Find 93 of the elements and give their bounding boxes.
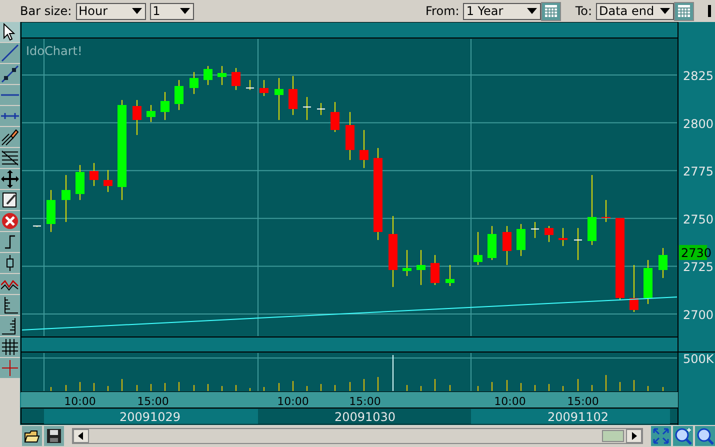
calendar-button[interactable] xyxy=(541,2,562,20)
candle xyxy=(558,228,568,246)
right-ruler-icon[interactable] xyxy=(0,316,20,337)
candle xyxy=(502,226,512,266)
candle xyxy=(316,102,326,116)
candle xyxy=(204,66,212,86)
time-label: 10:00 xyxy=(277,395,309,408)
pointer-icon[interactable] xyxy=(0,22,20,43)
zigzag-icon[interactable] xyxy=(0,274,20,295)
bar-multiplier-dropdown[interactable]: 1 xyxy=(150,2,194,20)
parallel-lines-icon[interactable] xyxy=(0,148,20,169)
time-label: 15:00 xyxy=(567,395,599,408)
bar-size-dropdown[interactable]: Hour xyxy=(76,2,146,20)
candle xyxy=(488,226,496,260)
candle xyxy=(630,264,638,312)
open-folder-button[interactable] xyxy=(22,426,42,446)
volume-tick-label: 500K xyxy=(683,352,714,366)
candle xyxy=(76,164,84,200)
candle xyxy=(62,174,70,222)
candle xyxy=(588,174,596,246)
price-tick-label: 2700 xyxy=(683,308,714,322)
candle xyxy=(174,80,184,110)
fit-screen-button[interactable] xyxy=(651,426,671,446)
candle xyxy=(104,170,112,192)
candle xyxy=(46,190,56,232)
candle xyxy=(274,78,284,120)
price-tick-label: 2775 xyxy=(683,164,714,179)
candle xyxy=(574,228,582,260)
candle xyxy=(516,224,526,256)
candle xyxy=(246,80,254,90)
candle xyxy=(530,222,540,238)
dropdown-arrow-icon xyxy=(132,8,142,14)
candle xyxy=(288,76,298,116)
date-label: 20091102 xyxy=(547,410,609,424)
candle xyxy=(302,96,312,120)
candle xyxy=(232,68,240,90)
candle xyxy=(644,260,652,304)
grid-icon[interactable] xyxy=(0,337,20,358)
candle xyxy=(388,216,398,288)
candle xyxy=(132,100,142,136)
candle xyxy=(658,248,668,278)
candle xyxy=(218,66,226,86)
scroll-left-button[interactable] xyxy=(73,429,89,443)
from-dropdown[interactable]: 1 Year xyxy=(463,2,542,20)
candle xyxy=(474,232,482,266)
right-arrow-icon xyxy=(631,432,637,440)
date-label: 20091030 xyxy=(334,410,396,424)
candle xyxy=(416,250,426,286)
chart-logo: IdoChart! xyxy=(26,44,82,58)
candle xyxy=(430,254,440,286)
notepad-icon[interactable] xyxy=(0,190,20,211)
zoom-in-button[interactable] xyxy=(673,426,693,446)
save-button[interactable] xyxy=(44,426,64,446)
candle xyxy=(260,80,268,96)
scroll-right-button[interactable] xyxy=(626,429,642,443)
candle xyxy=(346,112,354,160)
time-label: 15:00 xyxy=(137,395,169,408)
price-tick-label: 2750 xyxy=(683,212,714,226)
from-label: From: xyxy=(426,4,460,18)
left-ruler-icon[interactable] xyxy=(0,295,20,316)
candle xyxy=(330,102,340,132)
left-arrow-icon xyxy=(78,432,84,440)
dropdown-arrow-icon xyxy=(180,8,190,14)
candle xyxy=(544,226,554,242)
candle xyxy=(90,162,98,186)
time-label: 10:00 xyxy=(494,395,526,408)
price-tick-label: 2800 xyxy=(683,116,714,131)
bar-size-label: Bar size: xyxy=(20,4,72,18)
candle xyxy=(160,92,170,120)
candle xyxy=(602,200,610,222)
price-tick-label: 2825 xyxy=(683,69,714,83)
date-label: 20091029 xyxy=(119,410,181,424)
crosshair-icon[interactable] xyxy=(0,358,20,379)
move-icon[interactable] xyxy=(0,169,20,190)
pencil-icon[interactable] xyxy=(0,127,20,148)
candle xyxy=(402,250,412,276)
delete-icon[interactable] xyxy=(0,211,20,232)
to-dropdown[interactable]: Data end xyxy=(596,2,674,20)
candle xyxy=(146,104,156,122)
candle xyxy=(446,264,454,286)
calendar-button[interactable] xyxy=(674,2,694,20)
price-tick-label: 2725 xyxy=(683,260,714,274)
scroll-thumb[interactable] xyxy=(602,430,624,442)
candle xyxy=(360,130,368,168)
line-icon[interactable] xyxy=(0,43,20,64)
horizontal-scrollbar[interactable] xyxy=(72,428,643,444)
dotted-line-icon[interactable] xyxy=(0,64,20,85)
candle-icon[interactable] xyxy=(0,253,20,274)
time-label: 15:00 xyxy=(349,395,381,408)
time-label: 10:00 xyxy=(64,395,96,408)
to-label: To: xyxy=(575,4,592,18)
candle xyxy=(190,72,198,94)
zoom-out-button[interactable] xyxy=(695,426,715,446)
